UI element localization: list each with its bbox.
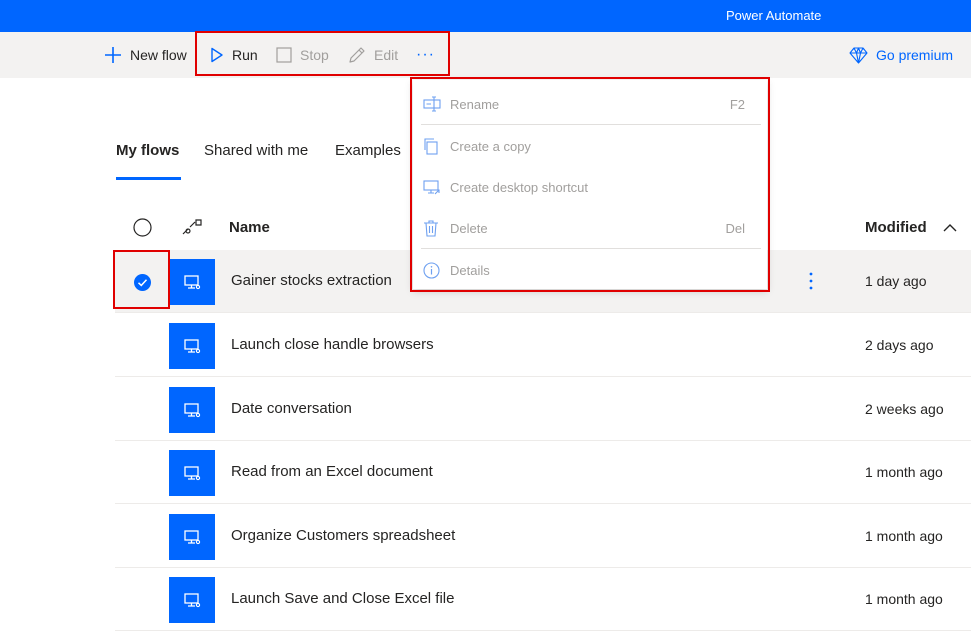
highlight-box-menu xyxy=(410,77,770,292)
flow-modified: 1 day ago xyxy=(865,273,927,289)
flow-modified: 2 days ago xyxy=(865,337,934,353)
flow-name[interactable]: Date conversation xyxy=(231,400,352,417)
title-bar: Power Automate xyxy=(0,0,971,32)
flow-name[interactable]: Launch Save and Close Excel file xyxy=(231,590,454,607)
desktop-flow-icon xyxy=(169,259,215,305)
command-bar: New flow Run Stop Edit ··· Go premium xyxy=(0,32,971,78)
diamond-icon xyxy=(849,46,868,64)
plus-icon xyxy=(105,47,121,63)
flow-modified: 1 month ago xyxy=(865,528,943,544)
desktop-flow-icon xyxy=(169,514,215,560)
table-row[interactable]: Read from an Excel document 1 month ago xyxy=(115,441,971,504)
flow-type-icon xyxy=(182,219,202,235)
table-row[interactable]: Launch close handle browsers 2 days ago xyxy=(115,314,971,377)
table-row[interactable]: Launch Save and Close Excel file 1 month… xyxy=(115,568,971,631)
flow-name[interactable]: Gainer stocks extraction xyxy=(231,272,392,289)
desktop-flow-icon xyxy=(169,387,215,433)
flow-name[interactable]: Read from an Excel document xyxy=(231,463,433,480)
desktop-flow-icon xyxy=(169,577,215,623)
table-row[interactable]: Organize Customers spreadsheet 1 month a… xyxy=(115,505,971,568)
go-premium-button[interactable]: Go premium xyxy=(849,32,953,78)
tab-shared-with-me[interactable]: Shared with me xyxy=(204,142,308,159)
tab-examples[interactable]: Examples xyxy=(335,142,401,159)
app-title: Power Automate xyxy=(726,8,822,23)
desktop-flow-icon xyxy=(169,323,215,369)
active-tab-indicator xyxy=(116,177,181,180)
chevron-up-icon[interactable] xyxy=(943,223,957,232)
select-all-checkbox[interactable] xyxy=(133,218,152,237)
new-flow-label: New flow xyxy=(130,47,187,63)
flow-name[interactable]: Organize Customers spreadsheet xyxy=(231,527,455,544)
go-premium-label: Go premium xyxy=(876,47,954,63)
new-flow-button[interactable]: New flow xyxy=(104,32,187,78)
flow-modified: 1 month ago xyxy=(865,591,943,607)
flow-name[interactable]: Launch close handle browsers xyxy=(231,336,434,353)
table-row[interactable]: Date conversation 2 weeks ago xyxy=(115,378,971,441)
tab-my-flows[interactable]: My flows xyxy=(116,142,179,159)
highlight-box-selection xyxy=(113,250,170,309)
column-header-modified[interactable]: Modified xyxy=(865,219,927,236)
flow-modified: 2 weeks ago xyxy=(865,401,944,417)
highlight-box-commands xyxy=(195,31,450,76)
desktop-flow-icon xyxy=(169,450,215,496)
row-more-icon[interactable] xyxy=(805,270,817,292)
flow-modified: 1 month ago xyxy=(865,464,943,480)
column-header-name[interactable]: Name xyxy=(229,219,270,236)
